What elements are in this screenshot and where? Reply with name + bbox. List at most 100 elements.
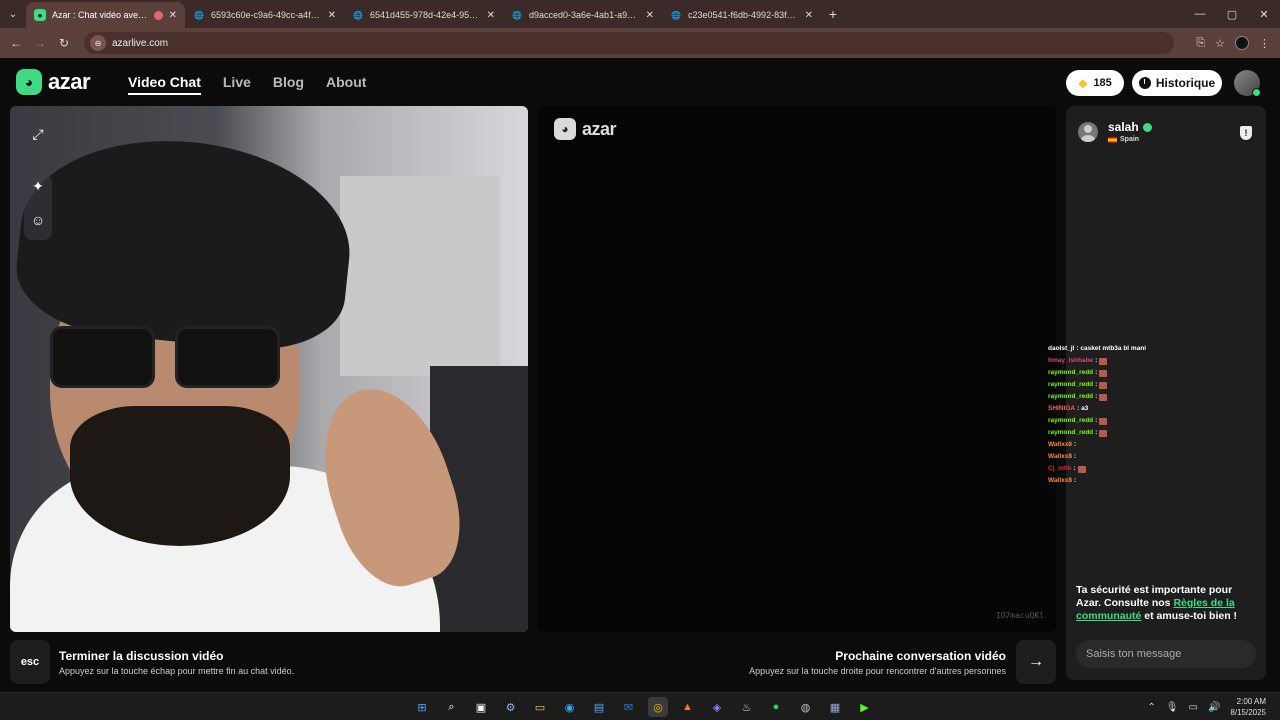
message-input[interactable]	[1076, 640, 1256, 668]
outlook-icon[interactable]: ✉	[619, 697, 639, 717]
back-icon[interactable]: ←	[4, 36, 28, 50]
nav-about[interactable]: About	[326, 74, 366, 95]
settings-gear-icon[interactable]: ⚙	[501, 697, 521, 717]
next-chat-arrow-button[interactable]: →	[1016, 640, 1056, 684]
tab-title: d9acced0-3a6e-4ab1-a970-19b	[529, 10, 640, 20]
tab-azar[interactable]: ● Azar : Chat vidéo avec de n ✕	[26, 2, 185, 28]
install-app-icon[interactable]: ⎘	[1196, 37, 1205, 50]
next-chat-title: Prochaine conversation vidéo	[835, 649, 1006, 663]
display-icon[interactable]: ▭	[1189, 702, 1198, 713]
volume-icon[interactable]: 🔊	[1208, 702, 1220, 713]
task-view-icon[interactable]: ▣	[471, 697, 491, 717]
globe-icon: 🌐	[194, 10, 204, 20]
recording-icon	[153, 10, 163, 20]
tray-chevron-icon[interactable]: ⌃	[1147, 702, 1155, 713]
kick-app-icon[interactable]: ▶	[855, 697, 875, 717]
chat-overlay-message: : casket mtb3a bl mani	[1076, 345, 1147, 352]
close-tab-icon[interactable]: ✕	[169, 10, 177, 21]
chat-overlay-message: :	[1073, 465, 1076, 472]
sparkle-effects-icon[interactable]: ✦	[24, 172, 52, 200]
tab-3[interactable]: 🌐 6541d455-978d-42e4-95a3-fb1 ✕	[344, 2, 503, 28]
user-avatar[interactable]	[1234, 70, 1261, 97]
safety-text-end: et amuse-toi bien !	[1141, 610, 1238, 622]
spotify-icon[interactable]: ●	[766, 697, 786, 717]
windows-taskbar: ⊞ ⌕ ▣ ⚙ ▭ ◉ ▤ ✉ ◎ ▲ ◈ ♨ ● ◍ ▦ ▶ ⌃ 🎙 ▭ 🔊 …	[0, 692, 1280, 720]
chat-overlay-username: Wallxx8	[1048, 441, 1072, 448]
microphone-icon[interactable]: 🎙	[1166, 702, 1179, 713]
file-explorer-icon[interactable]: ▭	[530, 697, 550, 717]
partner-name: salah	[1108, 120, 1139, 134]
close-tab-icon[interactable]: ✕	[487, 10, 495, 21]
report-shield-icon[interactable]: !	[1240, 126, 1252, 140]
chat-emote-icon	[1099, 357, 1108, 365]
calculator-icon[interactable]: ▦	[825, 697, 845, 717]
reload-icon[interactable]: ↻	[52, 36, 76, 50]
history-button[interactable]: Historique	[1132, 70, 1222, 96]
end-chat-esc-button[interactable]: esc	[10, 640, 50, 684]
chat-overlay-username: SHINIGA	[1048, 405, 1076, 412]
close-tab-icon[interactable]: ✕	[646, 10, 654, 21]
remote-video: ◕ azar IO7macuQKl	[538, 106, 1056, 632]
person-beard	[70, 406, 290, 546]
browser-tab-bar: ⌄ ● Azar : Chat vidéo avec de n ✕ 🌐 6593…	[0, 0, 1280, 28]
app-a-icon[interactable]: ▲	[678, 697, 698, 717]
partner-avatar	[1078, 121, 1098, 142]
maximize-icon[interactable]: ▢	[1216, 8, 1248, 21]
edge-browser-icon[interactable]: ◉	[560, 697, 580, 717]
chat-overlay-message: :	[1095, 429, 1098, 436]
store-icon[interactable]: ▤	[589, 697, 609, 717]
profile-icon[interactable]	[1235, 36, 1249, 50]
chat-overlay-username: raymond_redd	[1048, 393, 1094, 400]
azar-favicon-icon: ●	[34, 9, 46, 21]
obs-icon[interactable]: ◍	[796, 697, 816, 717]
chat-overlay-message: : a3	[1077, 405, 1089, 412]
close-tab-icon[interactable]: ✕	[328, 10, 336, 21]
url-text: azarlive.com	[112, 37, 169, 49]
tab-2[interactable]: 🌐 6593c60e-c9a6-49cc-a4f8-a07c ✕	[185, 2, 344, 28]
chat-overlay-message: :	[1073, 477, 1077, 484]
chrome-icon[interactable]: ◎	[648, 697, 668, 717]
verified-icon	[1142, 122, 1152, 132]
chat-overlay-line: hmay_ishhabe:	[1048, 355, 1262, 367]
partner-info[interactable]: salah Spain	[1078, 120, 1152, 143]
session-id: IO7macuQKl	[995, 611, 1044, 620]
expand-icon[interactable]: ⤢	[24, 120, 52, 148]
tab-search-icon[interactable]: ⌄	[0, 0, 26, 28]
site-nav: ◕ azar Video Chat Live Blog About ◆ 185 …	[0, 58, 1280, 106]
azar-logo-icon: ◕	[554, 118, 576, 140]
site-info-icon[interactable]: ⊖	[90, 35, 106, 51]
windows-start-icon[interactable]: ⊞	[412, 697, 432, 717]
chat-overlay-username: raymond_redd	[1048, 417, 1094, 424]
url-field[interactable]: ⊖ azarlive.com	[84, 32, 1174, 54]
bookmark-star-icon[interactable]: ☆	[1215, 37, 1225, 50]
more-menu-icon[interactable]: ⋮	[1259, 37, 1270, 50]
chat-overlay-message: :	[1073, 441, 1077, 448]
system-tray: ⌃ 🎙 ▭ 🔊 2:00 AM 8/15/2025	[1147, 696, 1266, 718]
nav-live[interactable]: Live	[223, 74, 251, 95]
chat-emote-icon	[1099, 393, 1108, 401]
tab-5[interactable]: 🌐 c23e0541-f6db-4992-83f2-843 ✕	[662, 2, 821, 28]
new-tab-button[interactable]: +	[821, 6, 845, 22]
discord-icon[interactable]: ◈	[707, 697, 727, 717]
forward-icon[interactable]: →	[28, 36, 52, 50]
close-window-icon[interactable]: ✕	[1248, 8, 1280, 21]
tab-title: Azar : Chat vidéo avec de n	[52, 10, 150, 20]
nav-video-chat[interactable]: Video Chat	[128, 74, 201, 95]
safety-notice: Ta sécurité est importante pour Azar. Co…	[1076, 584, 1256, 623]
system-clock[interactable]: 2:00 AM 8/15/2025	[1230, 696, 1266, 718]
tab-title: 6541d455-978d-42e4-95a3-fb1	[370, 10, 481, 20]
nav-blog[interactable]: Blog	[273, 74, 304, 95]
online-dot	[1252, 88, 1261, 97]
chat-overlay-line: raymond_redd:	[1048, 367, 1262, 379]
gems-button[interactable]: ◆ 185	[1066, 70, 1124, 96]
steam-icon[interactable]: ♨	[737, 697, 757, 717]
minimize-icon[interactable]: —	[1184, 8, 1216, 21]
partner-country-row: Spain	[1108, 136, 1152, 143]
search-icon[interactable]: ⌕	[442, 697, 462, 717]
logo-text: azar	[582, 118, 617, 139]
face-filter-icon[interactable]: ☺	[24, 206, 52, 234]
close-tab-icon[interactable]: ✕	[805, 10, 813, 21]
chat-overlay-message: :	[1073, 453, 1077, 460]
tab-4[interactable]: 🌐 d9acced0-3a6e-4ab1-a970-19b ✕	[503, 2, 662, 28]
azar-logo[interactable]: ◕ azar	[16, 69, 91, 95]
